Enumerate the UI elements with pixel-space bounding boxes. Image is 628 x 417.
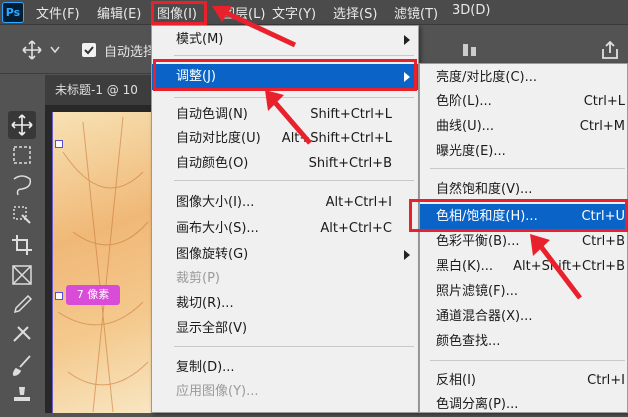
menu-item-invert[interactable]: 反相(I) Ctrl+I xyxy=(420,369,628,393)
menu-separator xyxy=(174,55,414,56)
annotation-box-image-menu xyxy=(151,1,207,25)
tools-panel xyxy=(0,105,45,413)
menu-item-image-rotation[interactable]: 图像旋转(G) xyxy=(152,243,418,267)
align-icon[interactable] xyxy=(460,40,480,60)
auto-select-label: 自动选择 xyxy=(104,45,157,60)
menu-edit[interactable]: 编辑(E) xyxy=(97,3,141,22)
brush-icon xyxy=(12,355,31,376)
menu-item-color-balance[interactable]: 色彩平衡(B)... Ctrl+B xyxy=(420,230,628,254)
menu-separator xyxy=(174,180,414,181)
stamp-tool[interactable] xyxy=(8,381,36,409)
annotation-arrow-icon xyxy=(212,6,297,48)
object-select-tool[interactable] xyxy=(8,201,36,229)
share-icon[interactable] xyxy=(600,40,620,60)
menu-item-canvas-size[interactable]: 画布大小(S)... Alt+Ctrl+C xyxy=(152,217,418,241)
document-tab[interactable]: 未标题-1 @ 10 xyxy=(55,81,138,98)
healing-brush-icon xyxy=(13,326,31,342)
photoshop-logo: Ps xyxy=(2,2,24,23)
chevron-down-icon[interactable] xyxy=(50,46,60,54)
menu-item-trim[interactable]: 裁切(R)... xyxy=(152,292,418,316)
menu-item-color-lookup[interactable]: 颜色查找... xyxy=(420,330,628,354)
annotation-box-hue-saturation xyxy=(409,199,628,232)
crop-tool[interactable] xyxy=(8,231,36,259)
chevron-right-icon xyxy=(404,35,410,45)
menu-item-exposure[interactable]: 曝光度(E)... xyxy=(420,140,628,164)
menu-item-black-white[interactable]: 黑白(K)... Alt+Shift+Ctrl+B xyxy=(420,255,628,279)
object-select-icon xyxy=(13,206,31,224)
menu-item-brightness-contrast[interactable]: 亮度/对比度(C)... xyxy=(420,66,628,90)
eyedropper-icon xyxy=(13,294,33,314)
leaf-texture-image xyxy=(57,116,149,413)
document-canvas[interactable] xyxy=(52,112,152,413)
crop-icon xyxy=(12,235,32,255)
menu-separator xyxy=(430,360,625,361)
brush-tool[interactable] xyxy=(8,351,36,379)
menu-item-image-size[interactable]: 图像大小(I)... Alt+Ctrl+I xyxy=(152,191,418,215)
menu-item-reveal-all[interactable]: 显示全部(V) xyxy=(152,317,418,341)
menu-separator xyxy=(430,168,625,169)
adjustments-submenu: 亮度/对比度(C)... 色阶(L)... Ctrl+L 曲线(U)... Ctrl… xyxy=(419,63,628,413)
transform-handle[interactable] xyxy=(55,140,63,148)
healing-tool[interactable] xyxy=(8,321,36,349)
menu-item-duplicate[interactable]: 复制(D)... xyxy=(152,356,418,380)
menubar: Ps 文件(F) 编辑(E) 图像(I) 图层(L) 文字(Y) 选择(S) 滤… xyxy=(0,0,628,25)
menu-item-apply-image: 应用图像(Y)... xyxy=(176,384,259,399)
marquee-tool[interactable] xyxy=(8,141,36,169)
menu-item-crop: 裁剪(P) xyxy=(176,271,220,286)
annotation-arrow-icon xyxy=(530,234,582,300)
lasso-icon xyxy=(13,175,32,196)
transform-handle[interactable] xyxy=(55,292,63,300)
stamp-icon xyxy=(14,387,30,401)
menu-separator xyxy=(174,346,414,347)
menu-item-channel-mixer[interactable]: 通道混合器(X)... xyxy=(420,305,628,329)
menu-filter[interactable]: 滤镜(T) xyxy=(394,3,438,22)
menu-item-curves[interactable]: 曲线(U)... Ctrl+M xyxy=(420,115,628,139)
frame-tool[interactable] xyxy=(8,261,36,289)
move-tool-icon xyxy=(11,114,33,136)
menu-item-levels[interactable]: 色阶(L)... Ctrl+L xyxy=(420,90,628,114)
menu-3d[interactable]: 3D(D) xyxy=(452,3,490,18)
menu-select[interactable]: 选择(S) xyxy=(333,3,377,22)
menu-file[interactable]: 文件(F) xyxy=(36,3,80,22)
lasso-tool[interactable] xyxy=(8,171,36,199)
annotation-arrow-icon xyxy=(265,90,312,145)
menu-item-photo-filter[interactable]: 照片滤镜(F)... xyxy=(420,280,628,304)
auto-select-checkbox[interactable] xyxy=(82,43,96,57)
move-icon[interactable] xyxy=(22,40,42,60)
eyedropper-tool[interactable] xyxy=(8,291,36,319)
chevron-right-icon xyxy=(404,250,410,260)
marquee-icon xyxy=(13,146,31,164)
stroke-size-badge: 7 像素 xyxy=(66,285,120,305)
menu-item-posterize[interactable]: 色调分离(P)... xyxy=(420,393,628,417)
move-tool[interactable] xyxy=(8,111,36,139)
frame-icon xyxy=(12,265,32,285)
menu-item-auto-color[interactable]: 自动颜色(O) Shift+Ctrl+B xyxy=(152,152,418,176)
